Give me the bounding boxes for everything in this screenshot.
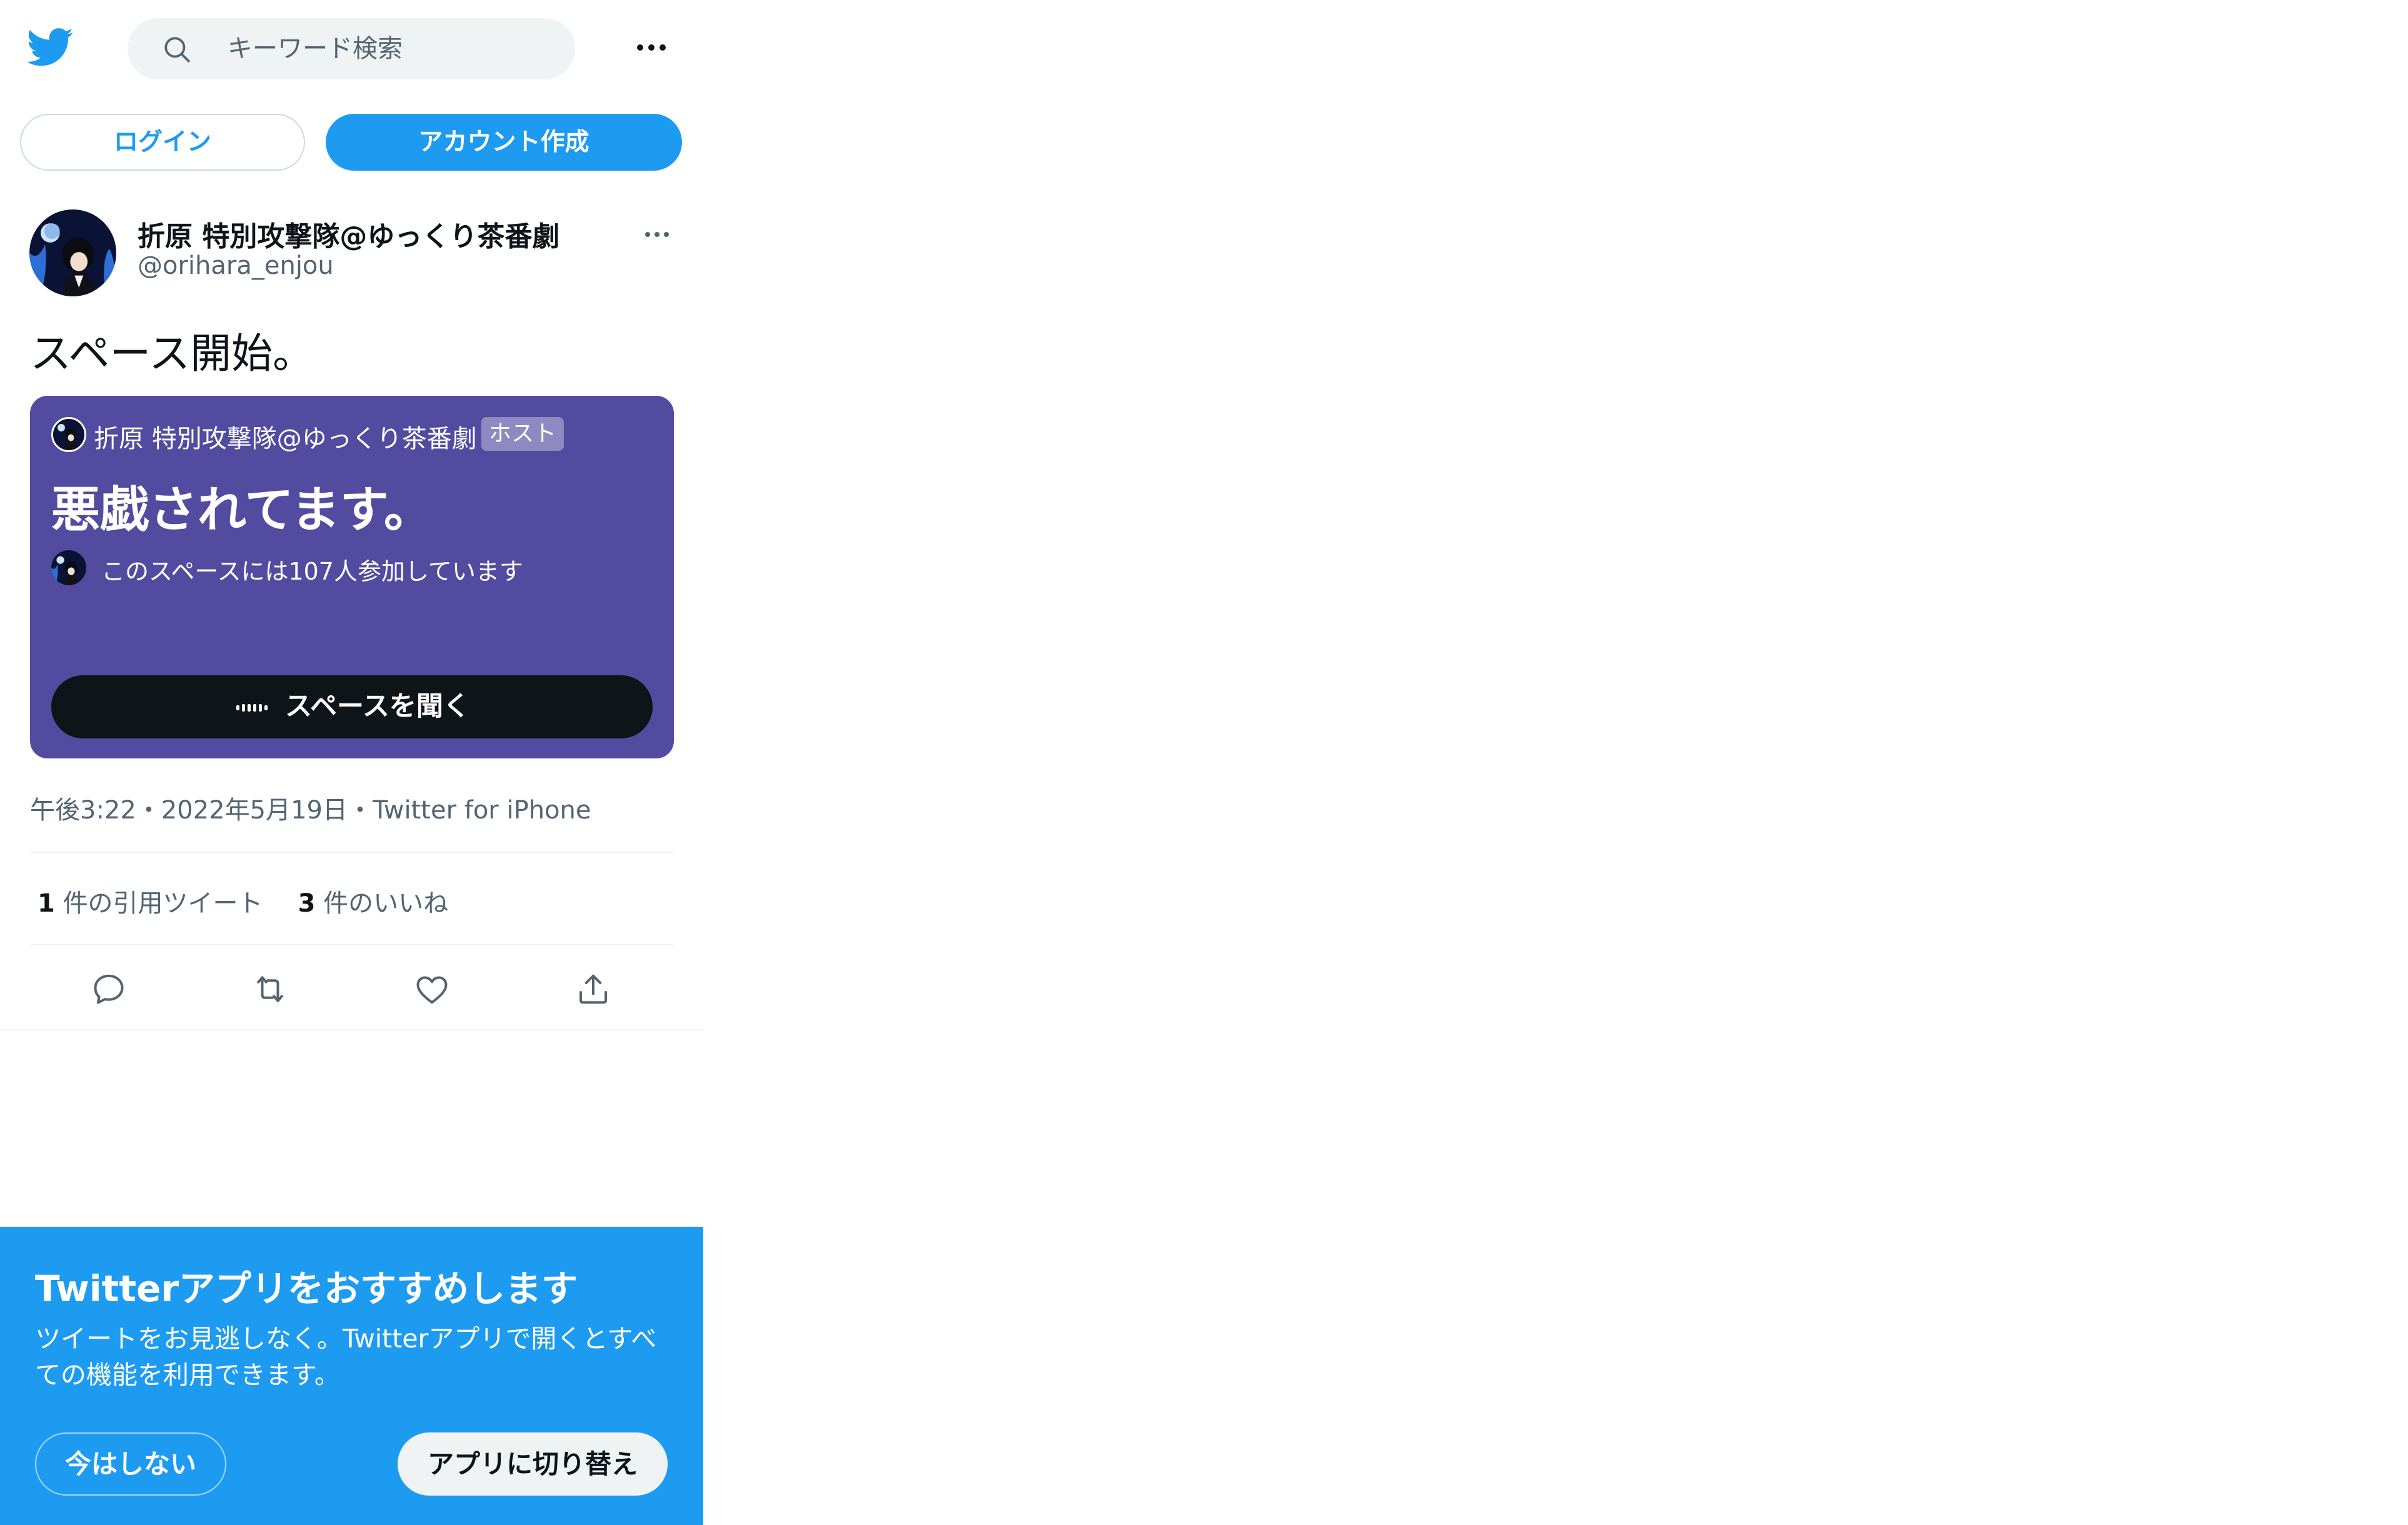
participant-avatar — [51, 550, 86, 585]
search-placeholder: キーワード検索 — [228, 34, 403, 63]
quote-tweets-stat[interactable]: 1 件の引用ツイート — [38, 889, 263, 918]
space-title: 悪戯されてます。 — [51, 482, 433, 538]
banner-title: Twitterアプリをおすすめします — [35, 1267, 578, 1310]
twitter-bird-icon[interactable] — [26, 24, 74, 70]
tweet-text: スペース開始。 — [30, 330, 314, 378]
participants-count-text: このスペースには107人参加しています — [101, 558, 523, 585]
banner-description: ツイートをお見逃しなく。Twitterアプリで開くとすべての機能を利用できます。 — [35, 1324, 657, 1390]
create-account-button[interactable]: アカウント作成 — [326, 114, 682, 171]
space-card[interactable]: 折原 特別攻撃隊@ゆっくり茶番劇 ホスト 悪戯されてます。 このスペースには10… — [30, 396, 674, 758]
like-icon[interactable] — [413, 970, 451, 1008]
listen-space-button[interactable]: スペースを聞く — [51, 675, 653, 738]
likes-label: 件のいいね — [323, 889, 449, 918]
search-icon — [161, 34, 193, 65]
author-handle[interactable]: @orihara_enjou — [138, 251, 334, 280]
audio-wave-icon — [236, 702, 268, 714]
switch-to-app-button[interactable]: アプリに切り替え — [398, 1432, 668, 1496]
quote-label: 件の引用ツイート — [63, 889, 263, 918]
app-promo-banner: Twitterアプリをおすすめします ツイートをお見逃しなく。Twitterアプ… — [0, 1227, 703, 1525]
page: キーワード検索 ログイン アカウント作成 折原 特別攻撃隊@ゆっくり茶番劇 @o… — [0, 0, 2408, 1525]
author-name[interactable]: 折原 特別攻撃隊@ゆっくり茶番劇 — [138, 214, 559, 254]
tweet-stats: 1 件の引用ツイート 3 件のいいね — [38, 883, 448, 919]
tweet-more-icon[interactable] — [641, 225, 673, 244]
reply-icon[interactable] — [90, 970, 128, 1008]
like-count: 3 — [298, 889, 316, 918]
share-icon[interactable] — [574, 970, 612, 1008]
host-avatar — [51, 417, 86, 452]
tweet-timestamp[interactable]: 午後3:22・2022年5月19日・Twitter for iPhone — [30, 790, 591, 826]
avatar[interactable] — [29, 209, 116, 296]
host-badge: ホスト — [481, 417, 564, 451]
mobile-column: キーワード検索 ログイン アカウント作成 折原 特別攻撃隊@ゆっくり茶番劇 @o… — [0, 0, 703, 1525]
divider — [30, 944, 674, 945]
listen-space-label: スペースを聞く — [285, 691, 470, 722]
divider — [30, 852, 674, 853]
quote-count: 1 — [38, 889, 55, 918]
more-horizontal-icon[interactable] — [633, 35, 670, 60]
retweet-icon[interactable] — [251, 970, 289, 1008]
divider — [0, 1029, 703, 1030]
login-button[interactable]: ログイン — [20, 114, 305, 171]
search-input[interactable]: キーワード検索 — [128, 18, 575, 79]
not-now-button[interactable]: 今はしない — [35, 1432, 226, 1496]
space-host-name: 折原 特別攻撃隊@ゆっくり茶番劇 — [94, 425, 477, 453]
likes-stat[interactable]: 3 件のいいね — [298, 889, 449, 918]
